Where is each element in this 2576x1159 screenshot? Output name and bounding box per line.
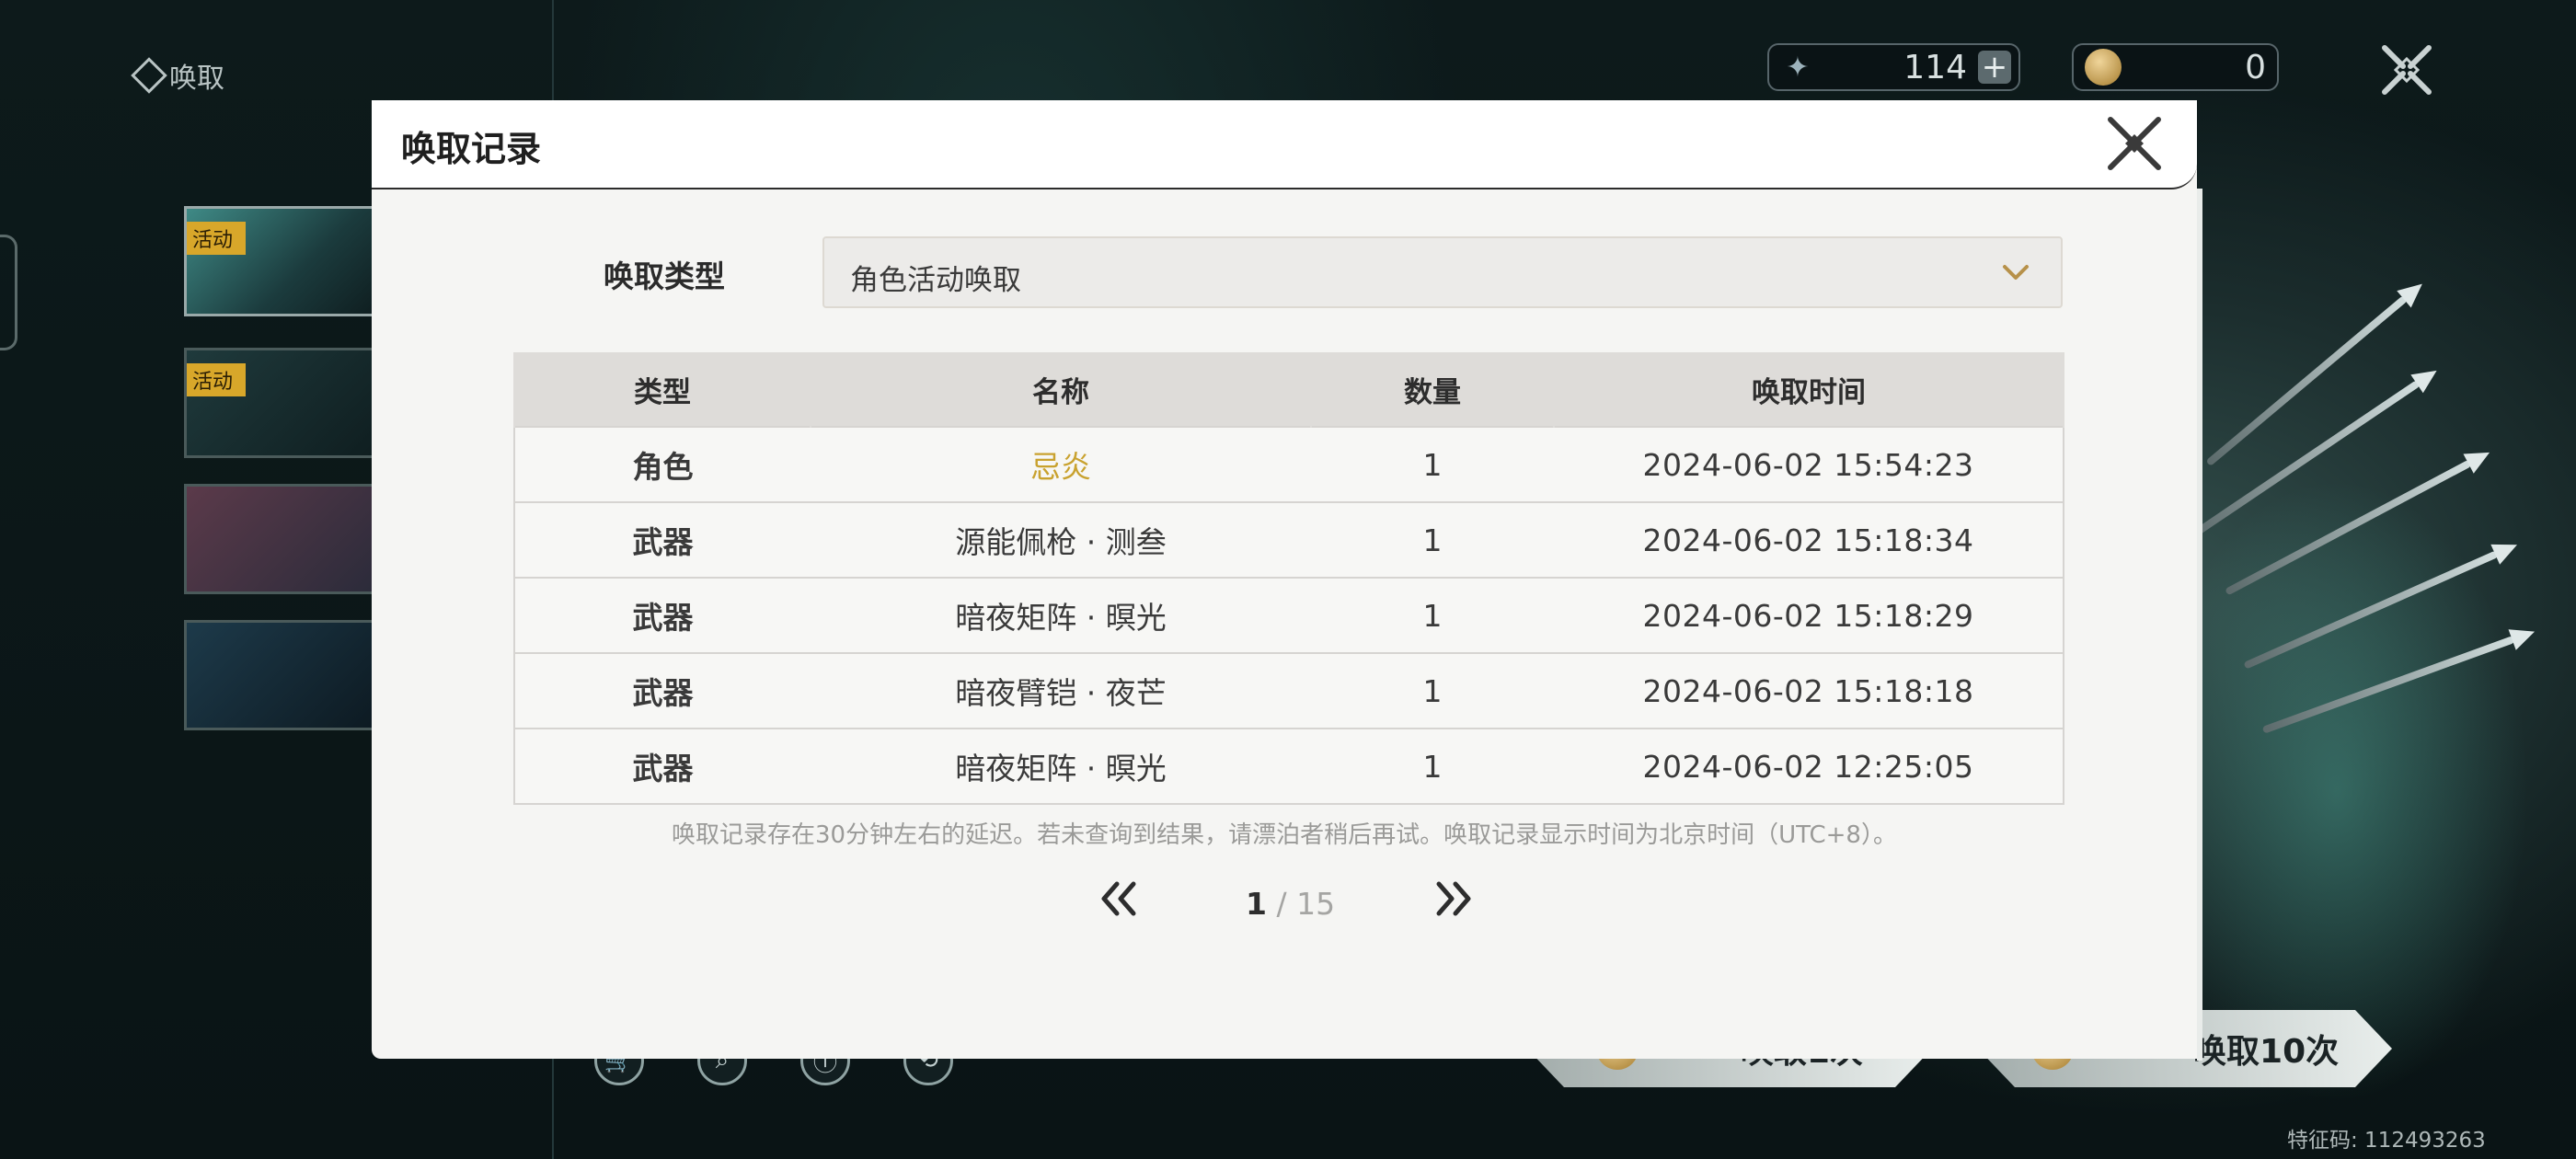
banner-tab-1[interactable]: 活动: [184, 206, 377, 316]
row-category: 武器: [513, 501, 811, 578]
row-quantity: 1: [1311, 728, 1554, 805]
table-row: 武器 暗夜臂铠 · 夜芒 1 2024-06-02 15:18:18: [513, 652, 2064, 729]
astrite-counter: ✦ 114 +: [1767, 43, 2020, 91]
close-icon[interactable]: [2105, 114, 2164, 173]
column-header-quantity: 数量: [1310, 352, 1555, 427]
row-category: 武器: [513, 728, 811, 805]
modal-header: 唤取记录: [372, 100, 2197, 189]
chevron-down-icon: [2003, 265, 2029, 280]
row-name: 忌炎: [811, 426, 1311, 502]
coin-icon: [2085, 49, 2122, 86]
side-menu-handle[interactable]: [0, 235, 17, 350]
gacha-type-value: 角色活动唤取: [850, 264, 1021, 297]
row-quantity: 1: [1311, 652, 1554, 729]
previous-page-icon[interactable]: [1097, 878, 1141, 919]
current-page: 1: [1246, 886, 1267, 922]
coin-value: 0: [2245, 48, 2266, 86]
row-time: 2024-06-02 12:25:05: [1554, 728, 2064, 805]
row-category: 武器: [513, 577, 811, 653]
pull-ten-label: 唤取10次: [2193, 1033, 2340, 1071]
total-pages: 15: [1296, 886, 1336, 922]
column-header-type: 类型: [513, 352, 811, 427]
table-row: 武器 暗夜矩阵 · 暝光 1 2024-06-02 12:25:05: [513, 728, 2064, 805]
column-header-name: 名称: [810, 352, 1312, 427]
banner-tab-2[interactable]: 活动: [184, 348, 377, 458]
row-category: 武器: [513, 652, 811, 729]
table-row: 武器 暗夜矩阵 · 暝光 1 2024-06-02 15:18:29: [513, 577, 2064, 653]
add-astrite-button[interactable]: +: [1978, 49, 2011, 86]
gacha-page-title-text: 唤取: [169, 63, 224, 95]
row-quantity: 1: [1311, 501, 1554, 578]
astrite-value: 114: [1903, 48, 1967, 86]
astrite-icon: ✦: [1786, 51, 1810, 84]
character-code: 特征码: 112493263: [2287, 1129, 2486, 1153]
banner-tab-4[interactable]: [184, 620, 377, 730]
coin-counter: 0: [2072, 43, 2279, 91]
gacha-logo-icon: [131, 57, 167, 94]
row-name: 暗夜矩阵 · 暝光: [811, 728, 1311, 805]
spear-decoration: [2205, 294, 2409, 467]
screen-close-icon[interactable]: [2377, 40, 2436, 99]
gacha-record-modal: 唤取记录 唤取类型 角色活动唤取 类型 名称 数量 唤取时间 角色 忌炎 1 2…: [372, 100, 2202, 1061]
banner-tab-3[interactable]: [184, 484, 377, 594]
banner-tag: 活动: [187, 222, 247, 255]
row-quantity: 1: [1311, 426, 1554, 502]
row-time: 2024-06-02 15:18:29: [1554, 577, 2064, 653]
table-row: 武器 源能佩枪 · 测叁 1 2024-06-02 15:18:34: [513, 501, 2064, 578]
gacha-page-title: 唤取: [131, 55, 224, 96]
row-name: 暗夜矩阵 · 暝光: [811, 577, 1311, 653]
gacha-type-label: 唤取类型: [604, 258, 725, 294]
next-page-icon[interactable]: [1432, 878, 1476, 919]
table-row: 角色 忌炎 1 2024-06-02 15:54:23: [513, 426, 2064, 502]
gacha-type-dropdown[interactable]: 角色活动唤取: [822, 236, 2063, 308]
page-indicator: 1 / 15: [1246, 886, 1335, 922]
record-table: 类型 名称 数量 唤取时间 角色 忌炎 1 2024-06-02 15:54:2…: [513, 352, 2064, 805]
column-header-time: 唤取时间: [1553, 352, 2064, 427]
row-time: 2024-06-02 15:18:34: [1554, 501, 2064, 578]
row-quantity: 1: [1311, 577, 1554, 653]
banner-tag: 活动: [187, 363, 247, 396]
delay-notice: 唤取记录存在30分钟左右的延迟。若未查询到结果，请漂泊者稍后再试。唤取记录显示时…: [672, 821, 1897, 849]
modal-title: 唤取记录: [401, 129, 542, 169]
page-separator: /: [1276, 886, 1287, 922]
table-header-row: 类型 名称 数量 唤取时间: [513, 352, 2064, 427]
row-time: 2024-06-02 15:54:23: [1554, 426, 2064, 502]
row-name: 源能佩枪 · 测叁: [811, 501, 1311, 578]
row-name: 暗夜臂铠 · 夜芒: [811, 652, 1311, 729]
row-category: 角色: [513, 426, 811, 502]
row-time: 2024-06-02 15:18:18: [1554, 652, 2064, 729]
